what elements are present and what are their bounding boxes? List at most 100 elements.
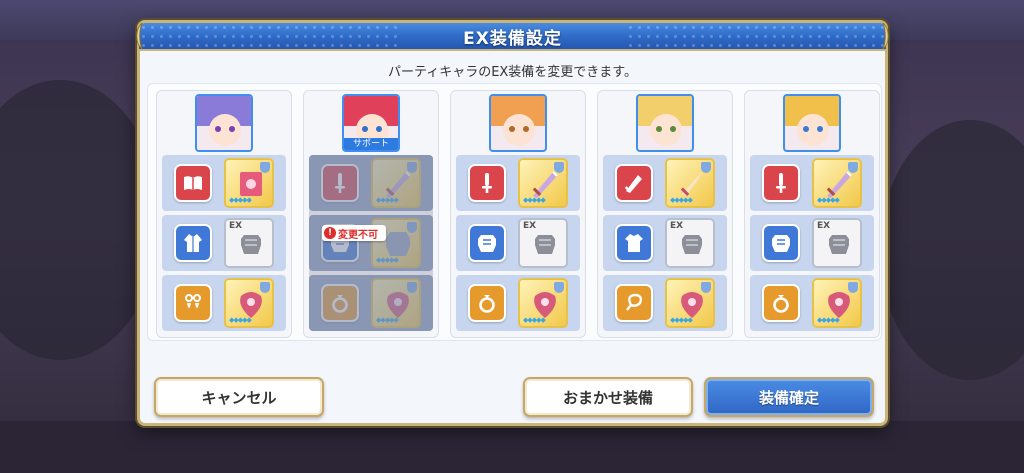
equip-slot-row: ◆◆◆◆◆	[750, 275, 874, 331]
shield-icon	[260, 282, 270, 293]
equip-slot-row: EX	[162, 215, 286, 271]
armor-icon	[468, 224, 506, 262]
confirm-equip-button[interactable]: 装備確定	[704, 377, 874, 417]
portrait-eye	[670, 126, 676, 132]
auto-equip-button[interactable]: おまかせ装備	[523, 377, 693, 417]
equip-slot-row: EX	[750, 215, 874, 271]
equip-slot-row: EX	[603, 215, 727, 271]
shield-icon	[260, 162, 270, 173]
ring-icon	[762, 284, 800, 322]
earring-icon	[174, 284, 212, 322]
portrait-eye	[509, 126, 515, 132]
star-rank-icon: ◆◆◆◆◆	[229, 196, 252, 204]
ex-label: EX	[817, 221, 831, 231]
portrait-eye	[215, 126, 221, 132]
robe-icon	[174, 224, 212, 262]
character-portrait[interactable]	[489, 94, 547, 152]
book-icon	[174, 164, 212, 202]
equip-slot-row: ◆◆◆◆◆	[456, 155, 580, 211]
character-portrait[interactable]	[195, 94, 253, 152]
shield-icon	[554, 282, 564, 293]
armor-empty-icon[interactable]: EX	[812, 218, 862, 268]
accessory-equip-icon[interactable]: ◆◆◆◆◆	[665, 278, 715, 328]
equip-slot-row: ◆◆◆◆◆	[162, 275, 286, 331]
blade-icon	[615, 164, 653, 202]
character-portrait[interactable]	[783, 94, 841, 152]
ornament-icon	[136, 22, 143, 50]
star-rank-icon: ◆◆◆◆◆	[670, 196, 693, 204]
dialog-title: EX装備設定	[463, 28, 562, 49]
portrait-eye	[523, 126, 529, 132]
portrait-face	[503, 114, 535, 146]
character-portrait[interactable]	[636, 94, 694, 152]
ornament-icon	[882, 22, 889, 50]
accessory-equip-icon[interactable]: ◆◆◆◆◆	[224, 278, 274, 328]
portrait-eye	[362, 126, 368, 132]
armor-icon	[762, 224, 800, 262]
ring-icon	[468, 284, 506, 322]
background-scenery	[0, 80, 160, 360]
locked-label: 変更不可	[338, 229, 378, 241]
armor-empty-icon[interactable]: EX	[665, 218, 715, 268]
armor-empty-icon[interactable]: EX	[518, 218, 568, 268]
book-equip-icon[interactable]: ◆◆◆◆◆	[224, 158, 274, 208]
party-panel: ◆◆◆◆◆ EX ◆◆◆◆◆ サポート ◆◆◆◆◆ ◆◆◆◆◆ ◆◆◆◆◆! 変更不可 ◆◆◆◆…	[147, 83, 882, 341]
star-rank-icon: ◆◆◆◆◆	[523, 316, 546, 324]
shield-icon	[701, 282, 711, 293]
character-column: サポート ◆◆◆◆◆ ◆◆◆◆◆ ◆◆◆◆◆! 変更不可	[303, 90, 439, 338]
portrait-face	[797, 114, 829, 146]
titlebar-pattern	[626, 23, 886, 49]
star-rank-icon: ◆◆◆◆◆	[817, 316, 840, 324]
sword-equip-icon[interactable]: ◆◆◆◆◆	[518, 158, 568, 208]
character-column: ◆◆◆◆◆ EX ◆◆◆◆◆	[450, 90, 586, 338]
shield-icon	[848, 162, 858, 173]
star-rank-icon: ◆◆◆◆◆	[229, 316, 252, 324]
shirt-icon	[615, 224, 653, 262]
accessory-equip-icon[interactable]: ◆◆◆◆◆	[518, 278, 568, 328]
warning-icon: !	[324, 227, 336, 239]
shield-icon	[554, 162, 564, 173]
accessory-equip-icon[interactable]: ◆◆◆◆◆	[812, 278, 862, 328]
armor-empty-icon[interactable]: EX	[224, 218, 274, 268]
equip-slot-row: ◆◆◆◆◆	[162, 155, 286, 211]
dagger-equip-icon[interactable]: ◆◆◆◆◆	[665, 158, 715, 208]
locked-badge: ! 変更不可	[322, 225, 386, 241]
character-portrait[interactable]: サポート	[342, 94, 400, 152]
ex-equip-dialog: EX装備設定 パーティキャラのEX装備を変更できます。 ◆◆◆◆◆ EX ◆◆◆◆◆…	[136, 20, 889, 426]
star-rank-icon: ◆◆◆◆◆	[817, 196, 840, 204]
support-tag: サポート	[344, 138, 398, 150]
star-rank-icon: ◆◆◆◆◆	[670, 316, 693, 324]
equip-slot-row: ◆◆◆◆◆	[750, 155, 874, 211]
shield-icon	[701, 162, 711, 173]
portrait-eye	[229, 126, 235, 132]
background-bottom-bar	[0, 421, 1024, 473]
whip-icon	[615, 284, 653, 322]
sword-equip-icon[interactable]: ◆◆◆◆◆	[812, 158, 862, 208]
ex-label: EX	[229, 221, 243, 231]
dialog-subtitle: パーティキャラのEX装備を変更できます。	[387, 65, 638, 80]
portrait-eye	[817, 126, 823, 132]
sword-icon	[468, 164, 506, 202]
portrait-eye	[656, 126, 662, 132]
shield-icon	[848, 282, 858, 293]
dialog-titlebar: EX装備設定	[136, 22, 889, 51]
locked-overlay	[309, 155, 433, 331]
equip-slot-row: ◆◆◆◆◆	[603, 155, 727, 211]
titlebar-pattern	[139, 23, 399, 49]
character-column: ◆◆◆◆◆ EX ◆◆◆◆◆	[156, 90, 292, 338]
equip-slot-row: EX	[456, 215, 580, 271]
star-rank-icon: ◆◆◆◆◆	[523, 196, 546, 204]
portrait-eye	[376, 126, 382, 132]
portrait-eye	[803, 126, 809, 132]
character-column: ◆◆◆◆◆ EX ◆◆◆◆◆	[597, 90, 733, 338]
equip-slot-row: ◆◆◆◆◆	[603, 275, 727, 331]
ex-label: EX	[670, 221, 684, 231]
background-scenery	[880, 120, 1024, 380]
sword-icon	[762, 164, 800, 202]
equip-slot-row: ◆◆◆◆◆	[456, 275, 580, 331]
character-column: ◆◆◆◆◆ EX ◆◆◆◆◆	[744, 90, 880, 338]
portrait-face	[209, 114, 241, 146]
cancel-button[interactable]: キャンセル	[154, 377, 324, 417]
portrait-face	[650, 114, 682, 146]
ex-label: EX	[523, 221, 537, 231]
